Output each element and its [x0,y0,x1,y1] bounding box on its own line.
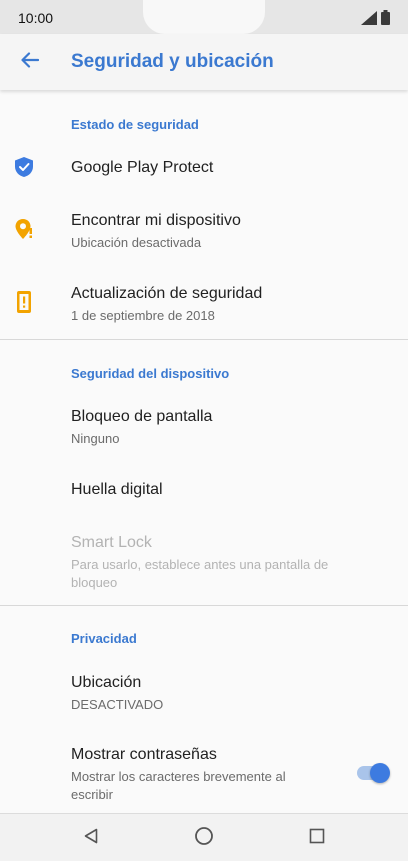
section-divider [0,339,408,340]
setting-title: Huella digital [71,481,163,498]
setting-screen-lock[interactable]: Bloqueo de pantalla Ninguno [0,398,408,454]
page-title: Seguridad y ubicación [71,51,274,72]
setting-location[interactable]: Ubicación DESACTIVADO [0,664,408,720]
setting-google-play-protect[interactable]: Google Play Protect [0,146,408,188]
toggle-thumb [370,763,390,783]
setting-title: Actualización de seguridad [71,285,263,302]
setting-fingerprint[interactable]: Huella digital [0,471,408,513]
setting-title: Google Play Protect [71,159,214,176]
show-passwords-toggle[interactable] [357,761,391,785]
section-header-device-security: Seguridad del dispositivo [71,366,230,381]
navigation-bar [0,813,408,861]
nav-home-button[interactable] [190,824,218,852]
back-button[interactable] [10,42,50,82]
section-header-privacy: Privacidad [71,631,137,646]
arrow-back-icon [21,51,40,73]
settings-list[interactable]: Estado de seguridad Google Play Protect … [0,90,408,813]
setting-subtitle: Mostrar los caracteres brevemente al esc… [71,769,286,802]
setting-subtitle: 1 de septiembre de 2018 [71,308,215,323]
setting-show-passwords[interactable]: Mostrar contraseñas Mostrar los caracter… [0,736,408,806]
display-notch [143,0,265,34]
setting-title: Bloqueo de pantalla [71,408,213,425]
setting-security-update[interactable]: Actualización de seguridad 1 de septiemb… [0,275,408,333]
setting-subtitle: Ninguno [71,431,120,446]
app-bar: Seguridad y ubicación [0,34,408,90]
signal-icon [361,10,377,30]
nav-recents-button[interactable] [303,824,331,852]
status-icons [361,10,390,30]
status-time: 10:00 [18,10,54,26]
setting-title: Ubicación [71,674,142,691]
section-divider [0,605,408,606]
section-header-security-status: Estado de seguridad [71,117,199,132]
find-device-icon [12,217,36,241]
nav-back-button[interactable] [77,824,105,852]
status-bar: 10:00 [0,0,408,34]
setting-title: Mostrar contraseñas [71,746,217,763]
recents-square-icon [309,828,325,849]
shield-check-icon [12,155,36,179]
setting-title: Encontrar mi dispositivo [71,212,241,229]
back-triangle-icon [84,828,98,849]
security-update-alert-icon [12,290,36,314]
battery-icon [381,10,390,30]
setting-smart-lock: Smart Lock Para usarlo, establece antes … [0,524,408,592]
setting-subtitle: Ubicación desactivada [71,235,202,250]
setting-title: Smart Lock [71,534,152,551]
setting-find-my-device[interactable]: Encontrar mi dispositivo Ubicación desac… [0,202,408,260]
setting-subtitle: DESACTIVADO [71,697,164,712]
home-circle-icon [194,826,214,851]
setting-subtitle: Para usarlo, establece antes una pantall… [71,557,329,590]
